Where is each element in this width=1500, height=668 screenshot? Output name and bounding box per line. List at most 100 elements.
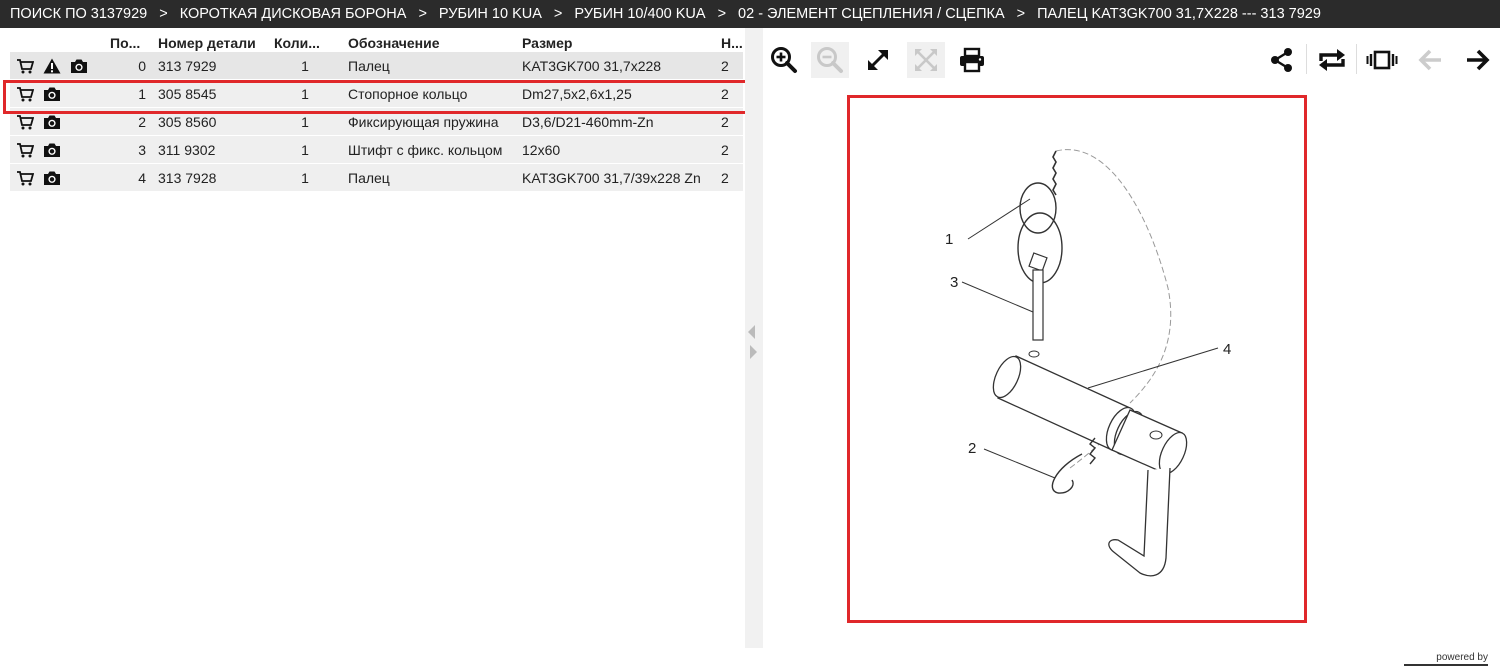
row-actions [10,163,104,192]
header-pos[interactable]: По... [104,34,152,52]
row-actions [10,52,104,80]
cell-n: 2 [715,135,743,164]
camera-icon[interactable] [43,170,61,186]
header-number[interactable]: Номер детали [152,34,268,52]
cart-icon[interactable] [16,58,34,74]
previous-button[interactable] [1411,42,1449,78]
cell-qty: 1 [268,163,342,192]
warning-icon[interactable] [43,58,61,74]
cell-pos: 1 [104,79,152,108]
part-drawing[interactable]: 1 3 2 4 [847,95,1307,623]
carousel-button[interactable] [1363,42,1401,78]
carousel-icon [1366,50,1398,70]
cell-size: Dm27,5x2,6x1,25 [516,79,715,108]
cell-name: Стопорное кольцо [342,79,516,108]
panel-splitter[interactable] [745,28,763,648]
zoom-out-button[interactable] [811,42,849,78]
swap-icon [1319,49,1345,71]
breadcrumb-separator: > [418,6,427,22]
breadcrumb: ПОИСК ПО 3137929 > КОРОТКАЯ ДИСКОВАЯ БОРОН… [0,0,1500,28]
callout-2[interactable]: 2 [968,440,976,457]
cell-qty: 1 [268,79,342,108]
cell-qty: 1 [268,107,342,136]
toolbar-divider [1356,44,1357,74]
breadcrumb-item[interactable]: ПАЛЕЦ KAT3GK700 31,7X228 --- 313 7929 [1037,6,1321,22]
zoom-out-icon [817,47,843,73]
breadcrumb-separator: > [159,6,168,22]
cell-name: Фиксирующая пружина [342,107,516,136]
cell-n: 2 [715,163,743,192]
cell-part-number: 305 8560 [152,107,268,136]
table-row[interactable]: 1 305 8545 1 Стопорное кольцо Dm27,5x2,6x1,2… [10,79,743,108]
cart-icon[interactable] [16,86,34,102]
breadcrumb-separator: > [553,6,563,22]
table-row[interactable]: 2 305 8560 1 Фиксирующая пружина D3,6/D21-46… [10,107,743,136]
powered-by-logo [1404,664,1488,666]
expand-icon [868,50,888,70]
cell-n: 2 [715,79,743,108]
cell-size: 12x60 [516,135,715,164]
camera-icon[interactable] [43,114,61,130]
collapse-left-icon[interactable] [748,325,755,339]
cell-size: KAT3GK700 31,7x228 [516,52,715,80]
parts-table: По... Номер детали Коли... Обозначение Р… [10,34,743,192]
breadcrumb-item[interactable]: КОРОТКАЯ ДИСКОВАЯ БОРОНА [180,6,407,22]
part-illustration: 1 3 2 4 [945,149,1231,577]
table-row[interactable]: 4 313 7928 1 Палец KAT3GK700 31,7/39x228 Zn 2 [10,163,743,192]
table-row[interactable]: 0 313 7929 1 Палец KAT3GK700 31,7x228 2 [10,52,743,80]
next-button[interactable] [1459,42,1497,78]
table-row[interactable]: 3 311 9302 1 Штифт с фикс. кольцом 12x60 2 [10,135,743,164]
fit-icon [915,49,937,71]
fullscreen-button[interactable] [859,42,897,78]
cell-qty: 1 [268,52,342,80]
camera-icon[interactable] [70,58,88,74]
header-icons [10,34,104,52]
breadcrumb-item[interactable]: РУБИН 10 KUA [439,6,542,22]
cart-icon[interactable] [16,170,34,186]
header-name[interactable]: Обозначение [342,34,516,52]
callout-4[interactable]: 4 [1223,341,1231,358]
cell-part-number: 311 9302 [152,135,268,164]
swap-button[interactable] [1313,42,1351,78]
zoom-in-button[interactable] [765,42,803,78]
cart-icon[interactable] [16,114,34,130]
cell-name: Палец [342,163,516,192]
callout-1[interactable]: 1 [945,231,953,248]
powered-by: powered by [1436,652,1488,663]
cell-pos: 4 [104,163,152,192]
toolbar-divider [1306,44,1307,74]
row-actions [10,135,104,164]
camera-icon[interactable] [43,86,61,102]
cell-part-number: 305 8545 [152,79,268,108]
drawing-panel: 1 3 2 4 [763,28,1500,648]
arrow-right-icon [1467,49,1490,71]
cell-qty: 1 [268,135,342,164]
share-button[interactable] [1263,42,1301,78]
cart-icon[interactable] [16,142,34,158]
cell-name: Палец [342,52,516,80]
cell-part-number: 313 7929 [152,52,268,80]
share-icon [1271,48,1292,72]
header-qty[interactable]: Коли... [268,34,342,52]
row-actions [10,79,104,108]
camera-icon[interactable] [43,142,61,158]
print-button[interactable] [953,42,991,78]
breadcrumb-item[interactable]: ПОИСК ПО 3137929 [10,6,147,22]
callout-3[interactable]: 3 [950,274,958,291]
breadcrumb-item[interactable]: 02 - ЭЛЕМЕНТ СЦЕПЛЕНИЯ / СЦЕПКА [738,6,1005,22]
breadcrumb-item[interactable]: РУБИН 10/400 KUA [574,6,705,22]
header-n[interactable]: Н... [715,34,743,52]
row-actions [10,107,104,136]
table-header-row: По... Номер детали Коли... Обозначение Р… [10,34,743,52]
cell-n: 2 [715,107,743,136]
cell-size: KAT3GK700 31,7/39x228 Zn [516,163,715,192]
cell-n: 2 [715,52,743,80]
cell-name: Штифт с фикс. кольцом [342,135,516,164]
zoom-in-icon [771,47,797,73]
cell-size: D3,6/D21-460mm-Zn [516,107,715,136]
header-size[interactable]: Размер [516,34,715,52]
fit-button[interactable] [907,42,945,78]
cell-part-number: 313 7928 [152,163,268,192]
parts-list-panel: По... Номер детали Коли... Обозначение Р… [0,28,753,668]
collapse-right-icon[interactable] [750,345,757,359]
